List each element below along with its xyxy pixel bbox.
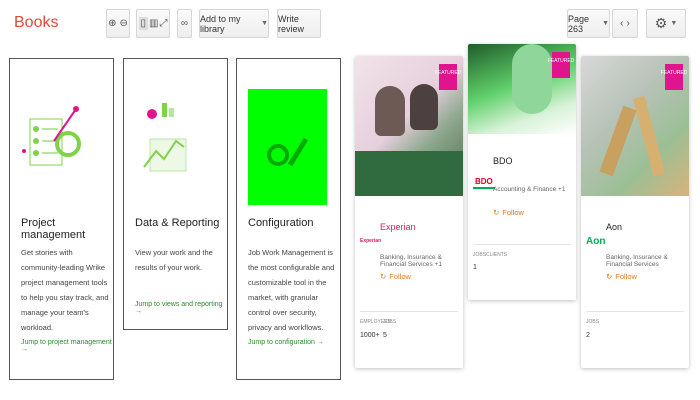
add-to-library-button[interactable]: Add to my library ▼ <box>199 9 269 38</box>
configuration-illustration <box>248 89 327 205</box>
follow-button[interactable]: ↻ Follow <box>493 208 524 217</box>
company-logo: Aon <box>586 236 606 247</box>
feature-link[interactable]: Jump to configuration → <box>248 339 324 346</box>
feature-description: View your work and the results of your w… <box>135 248 213 272</box>
divider <box>586 311 684 312</box>
prev-page-icon[interactable]: ‹ <box>620 18 623 29</box>
chevron-down-icon: ▼ <box>261 20 268 27</box>
chevron-down-icon: ▼ <box>602 20 609 27</box>
jobs-value: 1 <box>473 264 477 271</box>
company-logo: BDO <box>473 176 495 189</box>
follow-button[interactable]: ↻ Follow <box>606 272 637 281</box>
follow-icon: ↻ <box>606 272 613 281</box>
company-logo: Experian <box>360 238 382 244</box>
link-icon: ∞ <box>180 18 189 29</box>
feature-link[interactable]: Jump to views and reporting → <box>135 301 227 315</box>
follow-icon: ↻ <box>380 272 387 281</box>
page-selector[interactable]: Page 263 ▼ <box>567 9 610 38</box>
divider <box>473 244 571 245</box>
featured-badge: FEATURED <box>435 64 461 90</box>
view-mode-group: ▯ ▥ ⤢ <box>136 9 170 38</box>
zoom-out-icon[interactable]: ⊖ <box>120 18 128 29</box>
jobs-value: 5 <box>383 332 387 339</box>
follow-label: Follow <box>615 272 637 281</box>
next-page-icon[interactable]: › <box>627 18 630 29</box>
jobs-value: 2 <box>586 332 590 339</box>
wrench-gear-icon <box>267 137 309 167</box>
company-name: BDO <box>493 156 513 166</box>
feature-description: Job Work Management is the most configur… <box>248 248 335 332</box>
chevron-down-icon: ▼ <box>670 20 678 27</box>
feature-link[interactable]: Jump to project management → <box>21 339 113 353</box>
company-industry: Banking, Insurance & Financial Services <box>606 254 668 268</box>
app-title: Books <box>14 14 59 31</box>
add-to-library-label: Add to my library <box>200 13 241 34</box>
write-review-button[interactable]: Write review <box>277 9 321 38</box>
featured-badge: FEATURED <box>661 64 687 90</box>
chart-illustration-icon <box>143 103 187 172</box>
company-industry: Accounting & Finance +1 <box>493 186 566 193</box>
feature-card-data-reporting: Data & Reporting View your work and the … <box>123 58 228 330</box>
clients-label: CLIENTS <box>486 252 508 258</box>
company-card-bdo[interactable]: FEATURED BDO BDO Accounting & Finance +1… <box>468 44 576 300</box>
company-industry: Banking, Insurance & Financial Services … <box>380 254 442 268</box>
project-illustration-icon <box>22 106 81 166</box>
company-card-aon[interactable]: FEATURED Aon Aon Banking, Insurance & Fi… <box>581 56 689 368</box>
fullscreen-icon[interactable]: ⤢ <box>159 18 167 29</box>
follow-icon: ↻ <box>493 208 500 217</box>
zoom-in-icon[interactable]: ⊕ <box>108 18 116 29</box>
two-page-icon[interactable]: ▥ <box>149 18 158 29</box>
zoom-group: ⊕ ⊖ <box>106 9 130 38</box>
follow-button[interactable]: ↻ Follow <box>380 272 411 281</box>
page-nav-group: ‹ › <box>612 9 638 38</box>
write-review-label: Write review <box>278 13 305 34</box>
feature-title: Data & Reporting <box>135 217 220 229</box>
feature-title: Project management <box>21 217 86 241</box>
company-name: Experian <box>380 222 416 232</box>
page-label: Page 263 <box>568 13 590 34</box>
single-page-icon[interactable]: ▯ <box>138 17 149 30</box>
settings-button[interactable]: ⚙ ▼ <box>646 9 686 38</box>
featured-badge: FEATURED <box>548 52 574 78</box>
link-button[interactable]: ∞ <box>177 9 192 38</box>
company-name: Aon <box>606 222 623 232</box>
settings-gear-icon: ⚙ <box>654 15 668 31</box>
jobs-label: JOBS <box>586 319 600 325</box>
feature-card-configuration: Configuration Job Work Management is the… <box>236 58 341 380</box>
jobs-label: JOBS <box>473 252 487 258</box>
company-card-experian[interactable]: FEATURED Experian Experian Banking, Insu… <box>355 56 463 368</box>
divider <box>360 311 458 312</box>
follow-label: Follow <box>502 208 524 217</box>
feature-card-project-management: Project management Get stories with comm… <box>9 58 114 380</box>
employees-value: 1000+ <box>360 332 380 339</box>
feature-title: Configuration <box>248 217 314 229</box>
toolbar: Books ⊕ ⊖ ▯ ▥ ⤢ ∞ Add to my library ▼ Wr… <box>0 0 700 46</box>
jobs-label: JOBS <box>383 319 397 325</box>
follow-label: Follow <box>389 272 411 281</box>
feature-description: Get stories with community-leading Wrike… <box>21 248 109 332</box>
